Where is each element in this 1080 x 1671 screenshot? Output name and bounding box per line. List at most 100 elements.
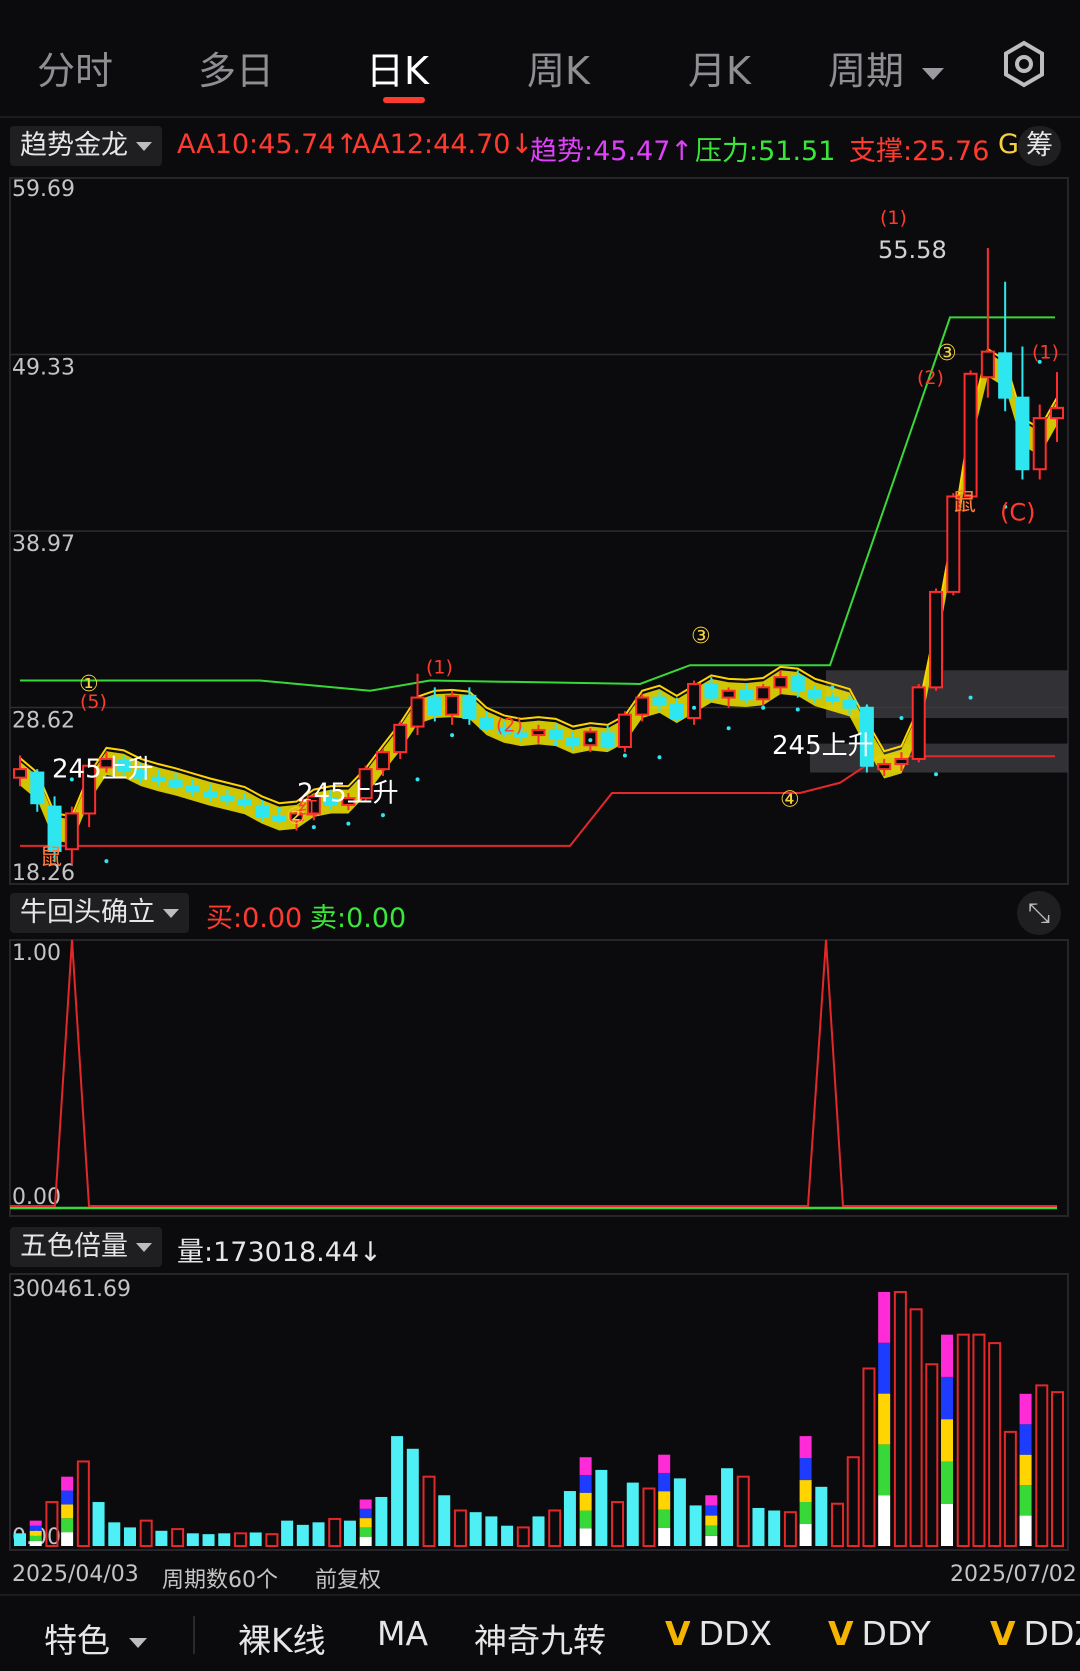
tool-ma[interactable]: MA — [377, 1614, 428, 1653]
candle-body — [410, 696, 425, 728]
indicator-value: AA10:45.74↑ — [177, 129, 359, 160]
pressure-line — [20, 316, 1055, 692]
chart-annotation: (2) — [496, 715, 523, 737]
candle-body — [929, 590, 944, 689]
chart-annotation: 红 — [298, 796, 318, 820]
chart-annotation: (C) — [1000, 498, 1035, 526]
volume-bar-segment — [1019, 1515, 1032, 1546]
tool-ddz[interactable]: VDDZ — [990, 1614, 1080, 1653]
volume-bar — [155, 1530, 168, 1546]
volume-bar-segment — [1019, 1393, 1032, 1425]
volume-bar — [752, 1507, 765, 1546]
ma-dot — [346, 821, 351, 826]
chevron-down-icon — [128, 1637, 147, 1648]
candle-body — [1032, 417, 1047, 471]
ma-dot — [277, 808, 282, 813]
volume-bar — [893, 1291, 907, 1548]
candle-body — [911, 686, 926, 760]
tool-ddy[interactable]: V DDY — [828, 1614, 931, 1653]
divider — [0, 116, 1080, 118]
candle-body — [272, 815, 287, 822]
volume-bar — [815, 1486, 828, 1546]
volume-bar-segment — [705, 1525, 718, 1536]
volume-bar-segment — [61, 1504, 74, 1519]
volume-bar-segment — [29, 1535, 42, 1541]
tool-special[interactable]: 特色 — [44, 1614, 147, 1662]
volume-bar — [312, 1522, 325, 1546]
volume-bar — [595, 1469, 608, 1546]
ma-dot — [484, 722, 489, 727]
volume-bar — [76, 1460, 90, 1547]
volume-bar — [139, 1519, 153, 1547]
volume-bar-segment — [705, 1535, 718, 1546]
volume-bar-segment — [705, 1505, 718, 1516]
indicator-value: AA12:44.70↓ — [352, 129, 534, 160]
volume-bar — [862, 1367, 876, 1547]
main-indicator-select[interactable]: 趋势金龙 — [10, 126, 162, 166]
ma-dot — [864, 705, 869, 710]
start-date: 2025/04/03 — [12, 1562, 139, 1587]
candle-body — [375, 751, 390, 771]
candle-body — [669, 703, 684, 720]
tab-monthly-k[interactable]: 月K — [688, 40, 751, 95]
volume-bar-segment — [878, 1393, 891, 1445]
volume-bar — [265, 1533, 279, 1548]
volume-bar — [642, 1487, 656, 1548]
ma-dot — [726, 726, 731, 731]
candle-body — [566, 737, 581, 747]
tab-weekly-k[interactable]: 周K — [527, 40, 590, 95]
volume-bar-segment — [705, 1515, 718, 1526]
volume-bar-segment — [359, 1508, 372, 1519]
chart-annotation: 鼠 — [952, 488, 976, 516]
volume-bar — [736, 1475, 750, 1547]
volume-bar — [689, 1505, 702, 1546]
tab-multiday[interactable]: 多日 — [198, 40, 274, 95]
expand-icon[interactable]: ⤡ — [1017, 891, 1061, 935]
sub1-indicator-select[interactable]: 牛回头确立 — [10, 893, 189, 933]
ma-dot — [311, 825, 316, 830]
ma-dot — [415, 777, 420, 782]
volume-bar — [972, 1333, 986, 1547]
ma-dot — [173, 779, 178, 784]
volume-bar-segment — [1019, 1424, 1032, 1455]
volume-bar — [783, 1511, 797, 1548]
tool-magic-nine[interactable]: 神奇九转 — [474, 1614, 606, 1662]
volume-bar-segment — [359, 1527, 372, 1537]
candle-body — [808, 689, 823, 699]
y-tick-label: 49.33 — [12, 356, 75, 381]
volume-bar-segment — [579, 1528, 592, 1546]
tab-period[interactable]: 周期 — [828, 40, 945, 95]
volume-bar — [453, 1509, 467, 1548]
tool-naked-k[interactable]: 裸K线 — [238, 1614, 326, 1662]
period-tabs: 分时 多日 日K 周K 月K 周期 — [0, 0, 1080, 118]
volume-bar-segment — [579, 1474, 592, 1493]
candle-body — [877, 763, 892, 771]
volume-bar — [909, 1308, 923, 1548]
chevron-down-icon — [163, 909, 179, 918]
chart-annotation: ③ — [691, 624, 711, 649]
ma-dot — [242, 799, 247, 804]
volume-bar — [391, 1436, 404, 1546]
volume-value: 量:173018.44↓ — [177, 1237, 382, 1268]
candle-body — [548, 728, 563, 740]
candle-body — [427, 696, 442, 716]
settings-icon[interactable] — [1000, 40, 1048, 88]
volume-bar — [956, 1333, 970, 1547]
volume-bar-segment — [1019, 1485, 1032, 1516]
candlestick-chart[interactable]: 59.6949.3338.9728.6218.2655.58245上升245上升… — [0, 172, 1080, 892]
chip-distribution-button[interactable]: 筹 — [1018, 126, 1061, 166]
candle-body — [185, 785, 200, 793]
volume-bar — [233, 1532, 247, 1548]
candle-body — [47, 805, 62, 852]
tab-daily-k[interactable]: 日K — [366, 40, 429, 95]
volume-bar-segment — [658, 1509, 671, 1528]
volume-bar — [1003, 1430, 1017, 1548]
volume-bar — [281, 1520, 294, 1546]
volume-bar — [186, 1533, 199, 1546]
adjust-mode[interactable]: 前复权 — [315, 1562, 381, 1594]
tool-ddx[interactable]: V DDX — [665, 1614, 772, 1653]
y-tick-label: 1.00 — [12, 941, 61, 966]
ma-dot — [657, 755, 662, 760]
tab-fenshi[interactable]: 分时 — [37, 40, 113, 95]
sub2-indicator-select[interactable]: 五色倍量 — [10, 1227, 162, 1267]
